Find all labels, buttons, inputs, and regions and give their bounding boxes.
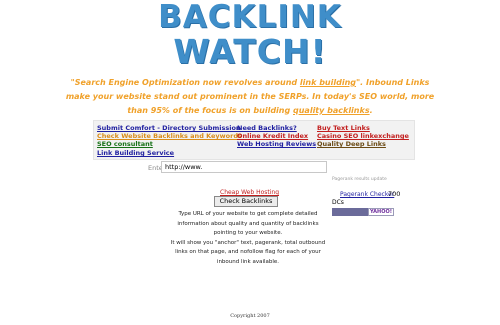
sponsor-links-box: Submit Comfort - Directory Submission Ne… bbox=[93, 120, 415, 160]
sidebar-badges: YAHOO! bbox=[332, 208, 394, 216]
copyright: Copyright 2007 bbox=[230, 313, 270, 319]
tagline: "Search Engine Optimization now revolves… bbox=[60, 76, 440, 118]
dcs-label: DCs bbox=[332, 199, 344, 206]
link-building-link[interactable]: link building bbox=[300, 78, 356, 87]
url-input[interactable] bbox=[161, 161, 327, 173]
tagline-text-1: "Search Engine Optimization now revolves… bbox=[70, 78, 300, 87]
web-hosting-reviews-link[interactable]: Web Hosting Reviews bbox=[237, 140, 316, 148]
quality-deep-links-link[interactable]: Quality Deep Links bbox=[317, 140, 386, 148]
description-line: Type URL of your website to get complete… bbox=[178, 211, 318, 217]
check-backlinks-button[interactable]: Check Backlinks bbox=[214, 196, 278, 207]
logo-line-2: WATCH! bbox=[173, 32, 327, 71]
description-line: inbound link available. bbox=[216, 258, 280, 265]
cheap-web-hosting-link[interactable]: Cheap Web Hosting bbox=[220, 189, 279, 196]
logo-line-1: BACKLINK bbox=[158, 0, 342, 35]
yahoo-badge[interactable]: YAHOO! bbox=[368, 208, 394, 216]
quality-backlinks-link[interactable]: quality backlinks bbox=[293, 106, 370, 115]
seo-consultant-link[interactable]: SEO consultant bbox=[97, 140, 153, 148]
pagerank-checker-link[interactable]: Pagerank Checker bbox=[340, 191, 394, 198]
buy-text-links-link[interactable]: Buy Text Links bbox=[317, 124, 370, 132]
submit-comfort-link[interactable]: Submit Comfort - Directory Submission bbox=[97, 124, 241, 132]
check-website-backlinks-link[interactable]: Check Website Backlinks and Keywords bbox=[97, 132, 242, 140]
online-kredit-index-link[interactable]: Online Kredit Index bbox=[237, 132, 308, 140]
pagerank-value: 700 bbox=[388, 190, 401, 198]
description-line: information about quality and quantity o… bbox=[177, 220, 319, 227]
description-line: links on that page, and nofollow flag fo… bbox=[175, 249, 321, 256]
badge-button[interactable] bbox=[332, 208, 368, 216]
description: Type URL of your website to get complete… bbox=[170, 210, 326, 268]
tagline-text-3: . bbox=[369, 106, 373, 115]
sidebar-note: Pagerank results update bbox=[332, 177, 387, 182]
description-line: pointing to your website. bbox=[213, 230, 283, 237]
casino-seo-link[interactable]: Casino SEO linkexchange bbox=[317, 132, 409, 140]
link-building-service-link[interactable]: Link Building Service bbox=[97, 149, 174, 157]
description-line: It will show you "anchor" text, pagerank… bbox=[170, 239, 326, 246]
need-backlinks-link[interactable]: Need Backlinks? bbox=[237, 124, 297, 132]
